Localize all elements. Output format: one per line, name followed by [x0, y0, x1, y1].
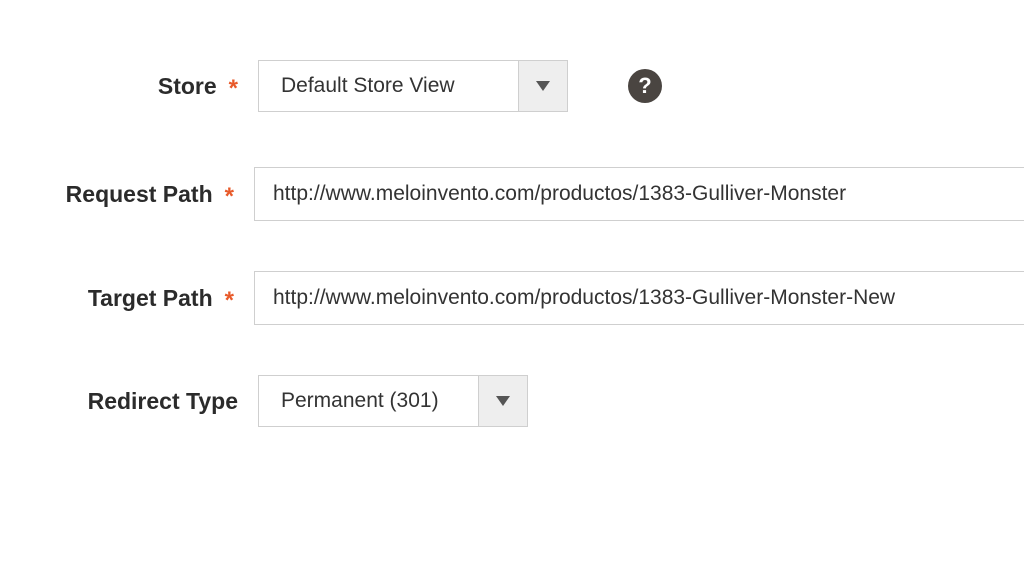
target-path-label: Target Path	[88, 285, 213, 312]
store-label: Store	[158, 73, 217, 100]
field-cell-request-path	[254, 167, 1024, 221]
store-select-toggle[interactable]	[518, 60, 568, 112]
chevron-down-icon	[496, 396, 510, 406]
label-cell-redirect-type: Redirect Type	[0, 388, 258, 415]
required-indicator: *	[225, 183, 234, 211]
field-cell-redirect-type: Permanent (301)	[258, 375, 1024, 427]
redirect-type-select-value: Permanent (301)	[258, 375, 478, 427]
redirect-type-select-toggle[interactable]	[478, 375, 528, 427]
request-path-label: Request Path	[66, 181, 213, 208]
store-select[interactable]: Default Store View	[258, 60, 568, 112]
label-cell-store: Store *	[0, 72, 258, 100]
row-redirect-type: Redirect Type Permanent (301)	[0, 375, 1024, 427]
row-request-path: Request Path *	[0, 167, 1024, 221]
help-icon[interactable]: ?	[628, 69, 662, 103]
target-path-input[interactable]	[254, 271, 1024, 325]
field-cell-store: Default Store View ?	[258, 60, 1024, 112]
label-cell-request-path: Request Path *	[0, 180, 254, 208]
chevron-down-icon	[536, 81, 550, 91]
label-cell-target-path: Target Path *	[0, 284, 254, 312]
required-indicator: *	[229, 75, 238, 103]
row-target-path: Target Path *	[0, 271, 1024, 325]
row-store: Store * Default Store View ?	[0, 60, 1024, 112]
store-select-value: Default Store View	[258, 60, 518, 112]
request-path-input[interactable]	[254, 167, 1024, 221]
redirect-form: Store * Default Store View ? Request Pat…	[0, 0, 1024, 427]
redirect-type-label: Redirect Type	[88, 388, 238, 415]
required-indicator: *	[225, 287, 234, 315]
redirect-type-select[interactable]: Permanent (301)	[258, 375, 528, 427]
field-cell-target-path	[254, 271, 1024, 325]
question-mark-icon: ?	[638, 73, 651, 99]
